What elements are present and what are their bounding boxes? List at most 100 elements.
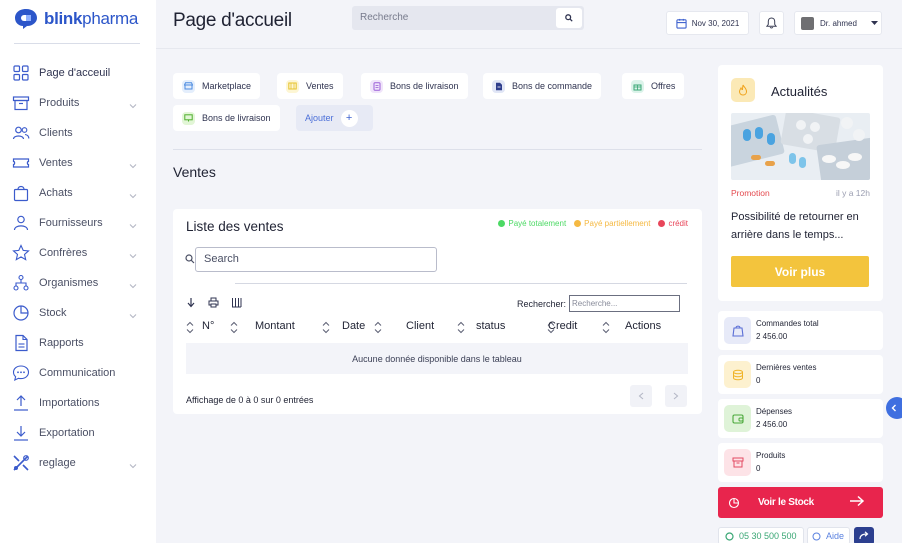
support-phone[interactable]: 05 30 500 500: [718, 527, 804, 543]
sort-icon[interactable]: [322, 321, 330, 334]
pie-icon: [12, 304, 30, 322]
monitor-icon: [182, 111, 195, 125]
sidebar-item-importations[interactable]: Importations: [0, 388, 156, 418]
user-icon: [12, 214, 30, 232]
stat-label: Produits: [756, 451, 786, 460]
bag-icon: [724, 317, 751, 344]
shortcut-bons-commande[interactable]: Bons de commande: [483, 73, 602, 99]
wallet-icon: [724, 405, 751, 432]
date-picker[interactable]: Nov 30, 2021: [666, 11, 749, 35]
stat-label: Dernières ventes: [756, 363, 817, 372]
coins-icon: [724, 361, 751, 388]
sidebar-item-stock[interactable]: Stock: [0, 298, 156, 328]
chevron-down-icon[interactable]: [128, 188, 138, 199]
column-header[interactable]: Montant: [255, 320, 295, 332]
add-shortcut-button[interactable]: Ajouter +: [296, 105, 373, 131]
help-button[interactable]: Aide: [807, 527, 850, 543]
prev-page-button[interactable]: [630, 385, 652, 407]
download-icon[interactable]: [186, 297, 196, 308]
box-icon: [724, 449, 751, 476]
notifications-button[interactable]: [759, 11, 784, 35]
stat-depenses: Dépenses 2 456.00: [718, 399, 883, 438]
sidebar-item-ventes[interactable]: Ventes: [0, 148, 156, 178]
share-button[interactable]: [854, 527, 874, 543]
columns-icon[interactable]: [231, 297, 242, 308]
shortcut-marketplace[interactable]: Marketplace: [173, 73, 261, 99]
search-button[interactable]: [556, 8, 582, 28]
print-icon[interactable]: [208, 297, 219, 308]
shortcut-ventes[interactable]: Ventes: [277, 73, 343, 99]
phone-number: 05 30 500 500: [739, 531, 797, 541]
sidebar-nav: Page d'acceuil Produits Clients Ventes Achat…: [0, 58, 156, 478]
table-search-input[interactable]: Search: [195, 247, 437, 272]
filter-input[interactable]: Recherche...: [569, 295, 681, 312]
sort-icon[interactable]: [457, 321, 465, 334]
sort-icon[interactable]: [230, 321, 238, 334]
sidebar-item-achats[interactable]: Achats: [0, 178, 156, 208]
column-header[interactable]: N°: [202, 320, 214, 332]
column-header[interactable]: Client: [406, 320, 434, 332]
column-header[interactable]: Date: [342, 320, 365, 332]
chevron-down-icon[interactable]: [128, 278, 138, 289]
search-input[interactable]: Recherche: [360, 12, 408, 23]
sidebar-item-produits[interactable]: Produits: [0, 88, 156, 118]
news-image[interactable]: [731, 113, 870, 180]
sidebar-item-exportation[interactable]: Exportation: [0, 418, 156, 448]
side-panel-toggle[interactable]: [886, 397, 902, 419]
column-header[interactable]: status: [476, 320, 505, 332]
sidebar-item-label: Confrères: [39, 247, 88, 259]
section-title: Ventes: [173, 164, 216, 180]
add-shortcut-label: Ajouter: [305, 113, 334, 123]
chevron-down-icon[interactable]: [128, 98, 138, 109]
sort-icon[interactable]: [186, 321, 194, 334]
stock-button-label: Voir le Stock: [758, 497, 814, 508]
shortcut-bons-livraison-2[interactable]: Bons de livraison: [173, 105, 280, 131]
stat-commandes-total: Commandes total 2 456.00: [718, 311, 883, 350]
scrollbar[interactable]: [235, 283, 687, 284]
bell-icon: [766, 17, 777, 29]
gift-icon: [631, 79, 644, 93]
stat-label: Commandes total: [756, 319, 819, 328]
shortcut-label: Bons de livraison: [202, 113, 271, 123]
chevron-down-icon[interactable]: [128, 158, 138, 169]
chat-icon: [12, 364, 30, 382]
sidebar-item-fournisseurs[interactable]: Fournisseurs: [0, 208, 156, 238]
next-page-button[interactable]: [665, 385, 687, 407]
column-header[interactable]: Credit: [548, 320, 577, 332]
brand-logo[interactable]: blinkpharma: [14, 8, 138, 30]
stat-produits: Produits 0: [718, 443, 883, 482]
shortcut-offres[interactable]: Offres: [622, 73, 685, 99]
chevron-down-icon[interactable]: [128, 308, 138, 319]
sidebar-item-label: Clients: [39, 127, 73, 139]
upload-icon: [12, 394, 30, 412]
sidebar-item-label: Stock: [39, 307, 67, 319]
sort-icon[interactable]: [602, 321, 610, 334]
sidebar-item-label: Produits: [39, 97, 80, 109]
chevron-down-icon[interactable]: [128, 458, 138, 469]
user-name: Dr. ahmed: [820, 18, 857, 28]
sidebar-item-organismes[interactable]: Organismes: [0, 268, 156, 298]
shortcut-bons-livraison[interactable]: Bons de livraison: [361, 73, 468, 99]
column-header[interactable]: Actions: [625, 320, 661, 332]
sort-icon[interactable]: [374, 321, 382, 334]
legend-dot: [498, 220, 506, 227]
sidebar-item-page-d-acceuil[interactable]: Page d'acceuil: [0, 58, 156, 88]
global-search[interactable]: Recherche: [352, 6, 584, 30]
flame-icon: [731, 78, 755, 102]
news-title: Actualités: [771, 84, 828, 99]
download-icon: [12, 424, 30, 442]
legend-label: Payé totalement: [508, 219, 567, 228]
sidebar-item-rapports[interactable]: Rapports: [0, 328, 156, 358]
chevron-down-icon[interactable]: [128, 218, 138, 229]
voir-plus-button[interactable]: Voir plus: [731, 256, 869, 287]
legend-label: Payé partiellement: [584, 219, 651, 228]
user-menu[interactable]: Dr. ahmed: [794, 11, 882, 35]
sidebar-item-confr-res[interactable]: Confrères: [0, 238, 156, 268]
sidebar-item-communication[interactable]: Communication: [0, 358, 156, 388]
stat-value: 0: [756, 464, 761, 473]
sidebar-item-reglage[interactable]: reglage: [0, 448, 156, 478]
voir-le-stock-button[interactable]: Voir le Stock: [718, 487, 883, 518]
sidebar-item-clients[interactable]: Clients: [0, 118, 156, 148]
chevron-down-icon[interactable]: [128, 248, 138, 259]
store-icon: [182, 79, 195, 93]
